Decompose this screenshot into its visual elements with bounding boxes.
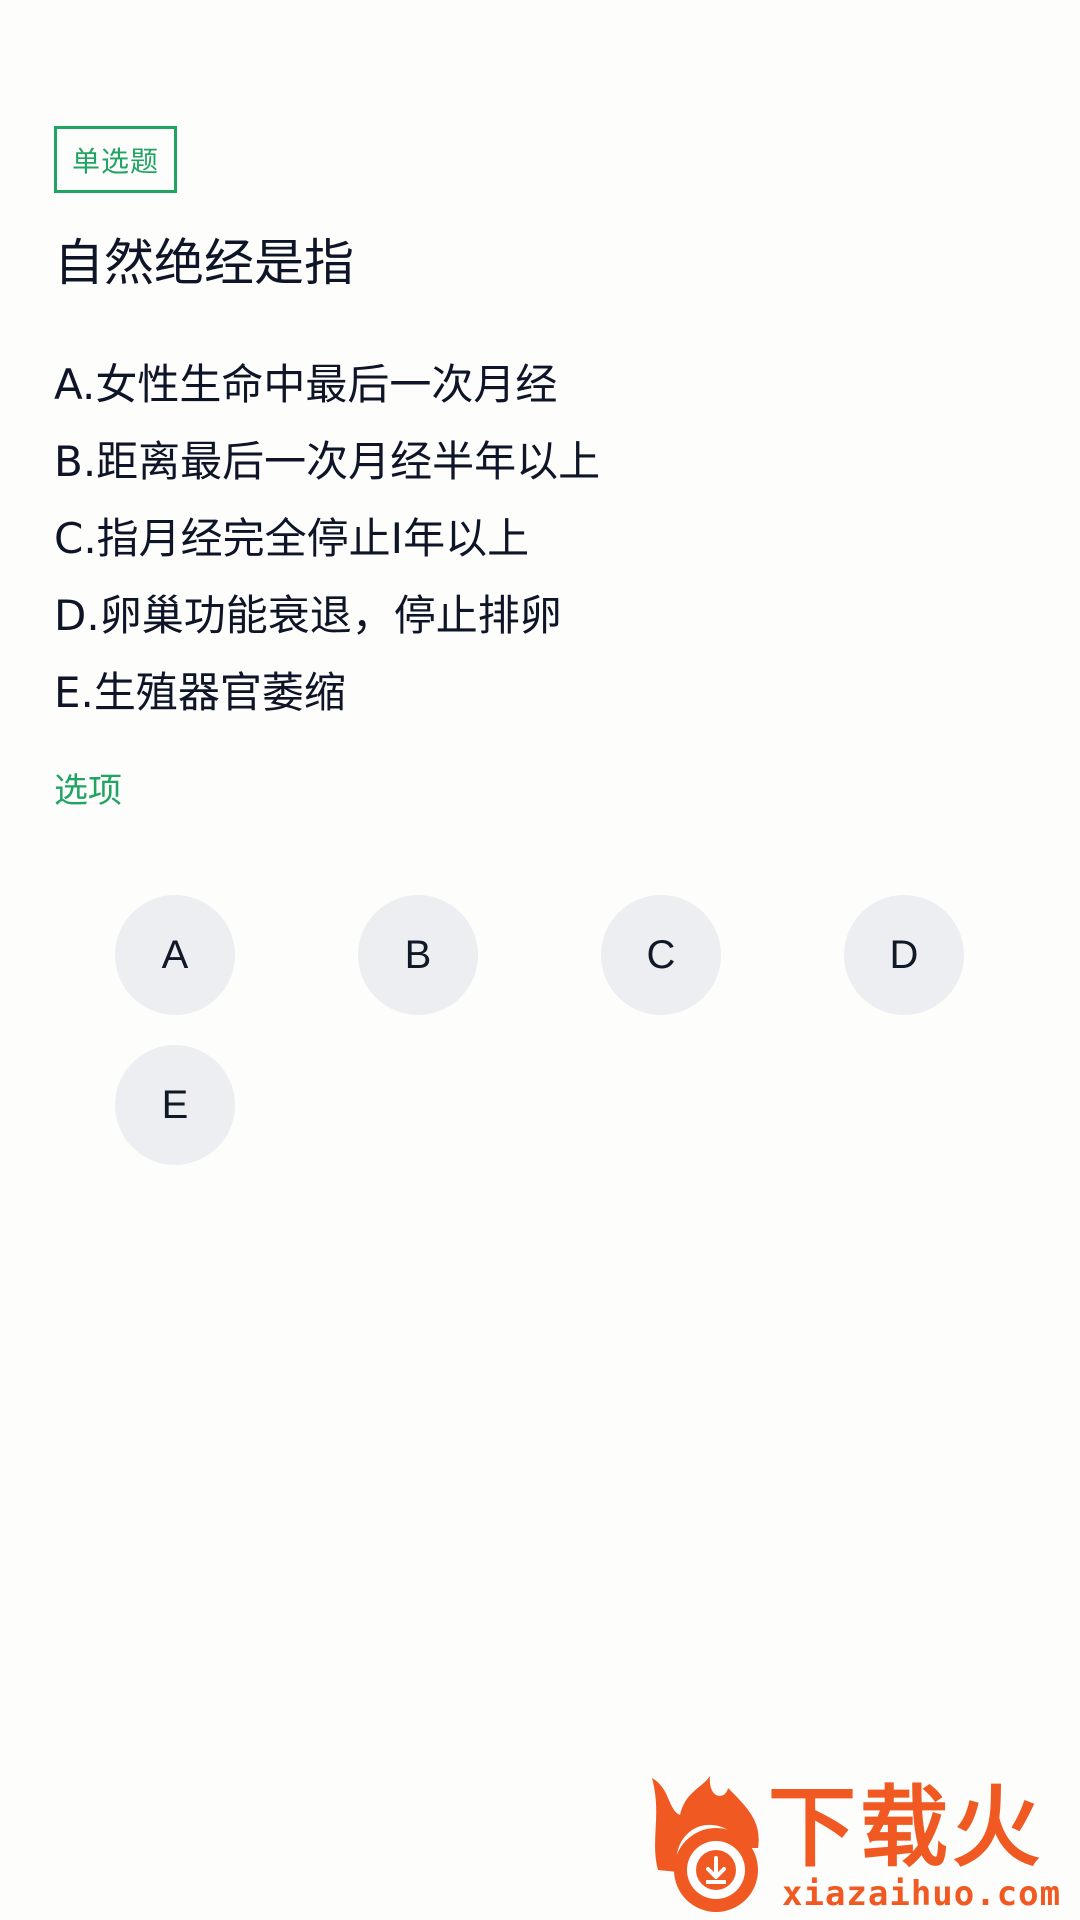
watermark-brand: 下载火 [768,1776,1045,1879]
option-text-c: C.指月经完全停止I年以上 [54,514,530,563]
choice-button-b[interactable]: B [358,895,478,1015]
option-text-a: A.女性生命中最后一次月经 [54,360,558,409]
option-text-d: D.卵巢功能衰退，停止排卵 [54,591,562,640]
choice-button-a[interactable]: A [115,895,235,1015]
question-title: 自然绝经是指 [54,234,354,292]
choice-button-d[interactable]: D [844,895,964,1015]
watermark: 下载火 xiazaihuo.com [640,1770,1080,1920]
option-list: A.女性生命中最后一次月经 B.距离最后一次月经半年以上 C.指月经完全停止I年… [54,346,1034,731]
quiz-page: 单选题 自然绝经是指 A.女性生命中最后一次月经 B.距离最后一次月经半年以上 … [0,0,1080,1920]
choice-button-e[interactable]: E [115,1045,235,1165]
watermark-domain: xiazaihuo.com [782,1874,1062,1914]
option-text-e: E.生殖器官萎缩 [54,668,346,717]
question-type-badge: 单选题 [54,126,177,193]
choice-button-c[interactable]: C [601,895,721,1015]
option-text-b: B.距离最后一次月经半年以上 [54,437,601,486]
choices-section-label: 选项 [54,771,122,811]
